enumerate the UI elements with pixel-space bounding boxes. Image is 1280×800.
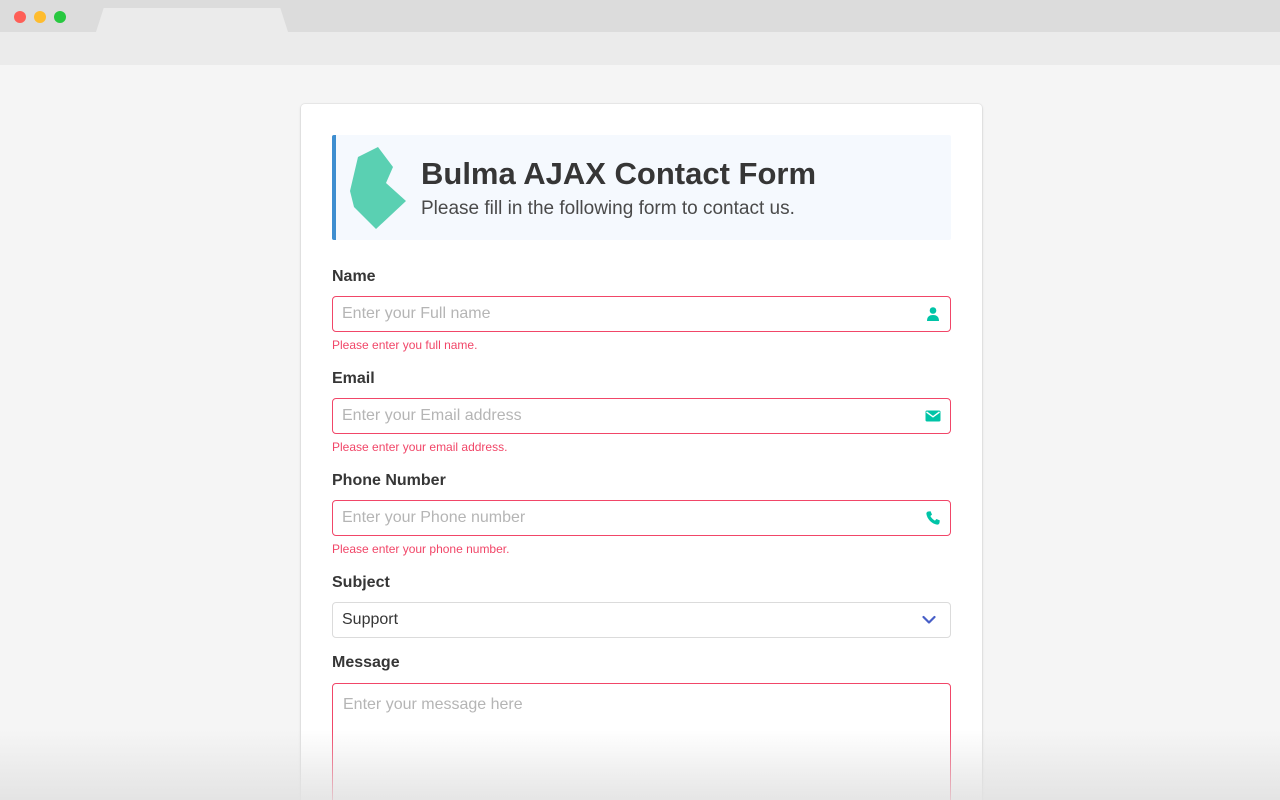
user-icon	[927, 307, 939, 321]
form-subtitle: Please fill in the following form to con…	[421, 198, 795, 219]
minimize-window-button[interactable]	[34, 11, 46, 23]
subject-select[interactable]: Support	[332, 602, 951, 638]
chevron-down-icon	[922, 615, 936, 624]
email-input[interactable]	[333, 399, 950, 433]
form-title: Bulma AJAX Contact Form	[421, 156, 817, 191]
name-field-control	[332, 296, 951, 332]
phone-field-control	[332, 500, 951, 536]
subject-label: Subject	[332, 574, 390, 591]
email-error-message: Please enter your email address.	[332, 440, 508, 454]
browser-tab[interactable]	[96, 8, 288, 32]
phone-input[interactable]	[333, 501, 950, 535]
name-input[interactable]	[333, 297, 950, 331]
browser-toolbar	[0, 32, 1280, 65]
name-label: Name	[332, 268, 376, 285]
email-label: Email	[332, 370, 375, 387]
window-titlebar	[0, 0, 1280, 32]
envelope-icon	[925, 410, 941, 422]
form-header: Bulma AJAX Contact Form Please fill in t…	[332, 135, 951, 240]
contact-form-card: Bulma AJAX Contact Form Please fill in t…	[301, 104, 982, 800]
maximize-window-button[interactable]	[54, 11, 66, 23]
phone-label: Phone Number	[332, 472, 446, 489]
message-textarea[interactable]	[332, 683, 951, 800]
email-field-control	[332, 398, 951, 434]
message-label: Message	[332, 654, 400, 671]
browser-window: Bulma AJAX Contact Form Please fill in t…	[0, 0, 1280, 800]
phone-error-message: Please enter your phone number.	[332, 542, 510, 556]
phone-icon	[926, 511, 940, 525]
bulma-logo-icon	[350, 147, 406, 229]
close-window-button[interactable]	[14, 11, 26, 23]
name-error-message: Please enter you full name.	[332, 338, 478, 352]
subject-selected-value: Support	[342, 611, 399, 628]
